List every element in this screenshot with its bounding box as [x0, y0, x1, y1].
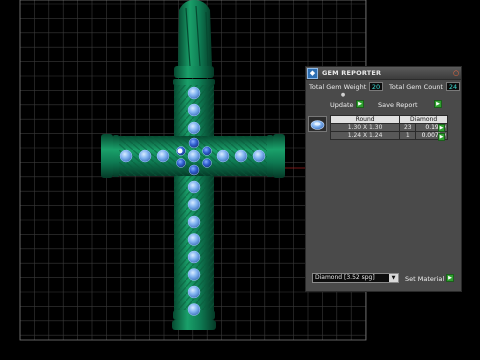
gem-stone — [119, 149, 133, 163]
total-gem-count-label: Total Gem Count — [389, 83, 443, 91]
gem-stone — [187, 268, 201, 281]
gem-stone — [252, 149, 266, 163]
gem-stone — [187, 103, 201, 117]
gem-stone — [187, 86, 201, 100]
gem-stone — [188, 164, 200, 176]
chevron-down-icon[interactable]: ● — [339, 92, 347, 98]
gem-stone — [187, 233, 201, 246]
gem-size: 1.30 X 1.30 — [329, 123, 401, 132]
gem-stone — [187, 250, 201, 264]
save-report-label: Save Report — [378, 101, 418, 109]
pendant-bail — [178, 0, 212, 67]
gem-reporter-icon: ◆ — [307, 67, 318, 79]
row-select-button[interactable]: ▶ — [438, 124, 445, 132]
panel-title: GEM REPORTER — [322, 69, 382, 77]
round-gem-icon — [310, 120, 325, 130]
material-select[interactable]: Diamond [3.52 spg] ▼ — [312, 273, 399, 283]
save-report-button[interactable]: ▶ — [434, 100, 442, 108]
gem-stone — [187, 149, 201, 163]
gem-stone — [138, 149, 152, 163]
gem-stone — [188, 137, 200, 149]
panel-titlebar[interactable]: ◆ GEM REPORTER ○ — [306, 67, 461, 80]
gem-stone — [187, 180, 201, 194]
selected-gem-marker — [177, 148, 183, 154]
table-row[interactable]: 1.30 X 1.30 23 0.19tw — [329, 123, 448, 132]
gem-stone — [202, 158, 212, 168]
total-gem-count-value: 24 — [446, 82, 460, 91]
gem-stone — [156, 149, 170, 163]
set-material-label: Set Material — [405, 275, 445, 283]
row-select-button[interactable]: ▶ — [438, 133, 445, 141]
update-button[interactable]: ▶ — [356, 100, 364, 108]
gem-stone — [176, 158, 186, 168]
total-gem-weight-label: Total Gem Weight — [309, 83, 367, 91]
gem-table: Round Diamond 1.30 X 1.30 23 0.19tw 1.24… — [329, 115, 448, 140]
gem-stone — [216, 149, 230, 163]
gem-stone — [187, 198, 201, 211]
chevron-down-icon[interactable]: ▼ — [389, 274, 398, 282]
gem-stone — [187, 285, 201, 299]
gem-stone — [187, 303, 201, 316]
update-label: Update — [330, 101, 354, 109]
table-row[interactable]: 1.24 X 1.24 1 0.007tw — [329, 131, 448, 140]
gem-count: 1 — [399, 131, 417, 140]
set-material-button[interactable]: ▶ — [446, 274, 454, 282]
gem-stone — [234, 149, 248, 163]
total-gem-weight-value: 20 — [369, 82, 383, 91]
gem-stone — [187, 121, 201, 135]
close-icon[interactable]: ○ — [452, 69, 460, 77]
column-header-round: Round — [329, 115, 401, 124]
gem-stone — [187, 215, 201, 229]
gem-stone — [202, 146, 212, 156]
gem-size: 1.24 X 1.24 — [329, 131, 401, 140]
gem-thumbnail[interactable] — [308, 116, 327, 132]
table-header-row: Round Diamond — [329, 115, 448, 124]
material-value: Diamond [3.52 spg] — [315, 274, 375, 281]
gem-count: 23 — [399, 123, 417, 132]
column-header-diamond: Diamond — [399, 115, 448, 124]
